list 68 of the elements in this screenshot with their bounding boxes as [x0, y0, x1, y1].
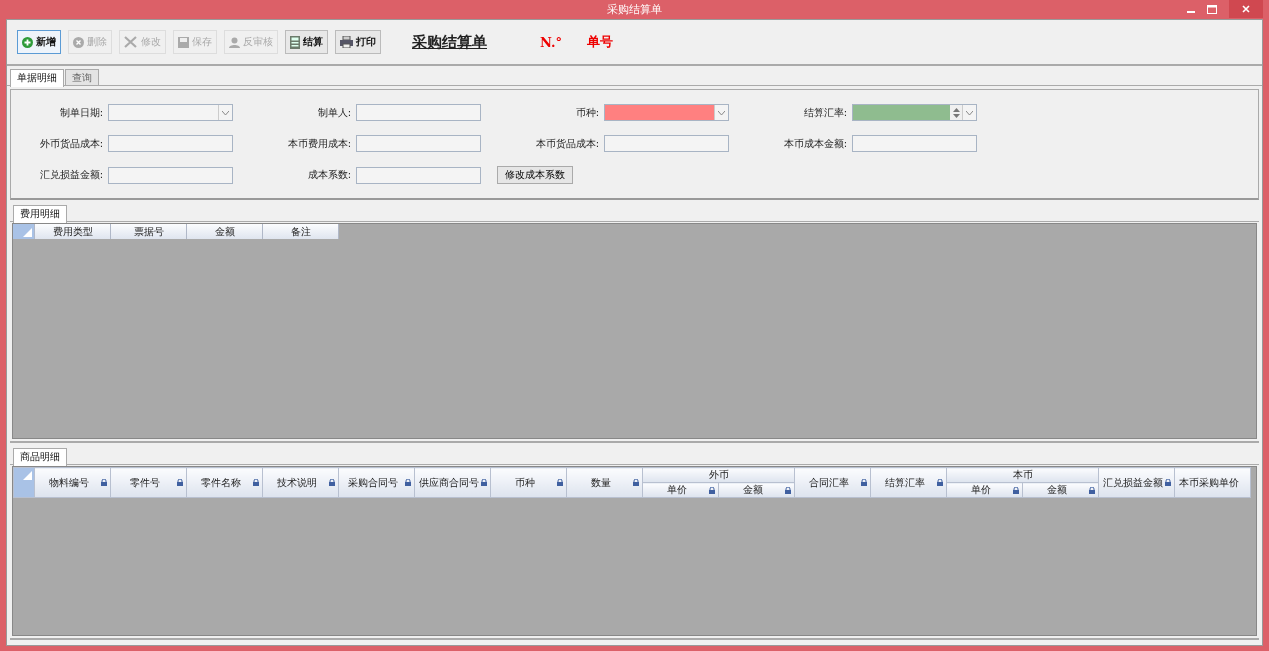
field-label: 本币成本金额:: [782, 136, 848, 151]
dropdown-field[interactable]: [108, 104, 233, 121]
chevron-down-icon: [222, 110, 229, 115]
input-field[interactable]: [356, 166, 481, 184]
delete-icon: [73, 36, 84, 48]
toolbar-button[interactable]: 新增: [17, 30, 61, 54]
maximize-icon[interactable]: [1207, 4, 1217, 14]
column-group-header: 外币: [642, 467, 795, 483]
field-label: 制单日期:: [58, 105, 104, 120]
field-label: 外币货品成本:: [38, 136, 104, 151]
column-group-header: 本币: [946, 467, 1099, 483]
tab[interactable]: 查询: [65, 69, 99, 85]
printer-icon: [340, 36, 353, 48]
column-header[interactable]: 费用类型: [35, 224, 111, 239]
number-mark: N.°: [540, 34, 563, 50]
field-label: 币种:: [574, 105, 600, 120]
calculator-icon: [290, 35, 300, 49]
input-field[interactable]: [356, 135, 481, 152]
column-header[interactable]: 备注: [263, 224, 339, 239]
plus-icon: [22, 36, 33, 48]
triangle-icon: [23, 471, 32, 480]
column-header[interactable]: 本币采购单价: [1174, 467, 1251, 498]
toolbar-button[interactable]: 打印: [335, 30, 381, 54]
input-field[interactable]: [356, 104, 481, 121]
modify-coefficient-button[interactable]: 修改成本系数: [497, 166, 573, 184]
spin-arrows-icon: [952, 107, 960, 118]
toolbar-button[interactable]: 结算: [285, 30, 328, 54]
input-field[interactable]: [108, 166, 233, 184]
select-all-corner[interactable]: [13, 224, 35, 239]
window-title: 采购结算单: [607, 2, 662, 17]
field-label: 制单人:: [316, 105, 352, 120]
number-label: 单号: [587, 33, 614, 51]
column-header[interactable]: 供应商合同号: [414, 467, 491, 498]
spinner-field[interactable]: [852, 104, 977, 121]
triangle-icon: [23, 228, 32, 237]
input-field[interactable]: [108, 135, 233, 152]
field-label: 本币费用成本:: [286, 136, 352, 151]
document-title: 采购结算单: [412, 32, 487, 52]
user-icon: [229, 36, 240, 48]
field-label: 成本系数:: [306, 168, 352, 182]
input-field[interactable]: [852, 135, 977, 152]
column-header[interactable]: 结算汇率: [870, 467, 947, 498]
save-icon: [178, 36, 189, 48]
column-header[interactable]: 票据号: [111, 224, 187, 239]
close-button[interactable]: [1229, 0, 1263, 18]
chevron-down-icon: [966, 110, 973, 115]
chevron-down-icon: [718, 110, 725, 115]
column-header[interactable]: 物料编号: [34, 467, 111, 498]
input-field[interactable]: [604, 135, 729, 152]
close-icon: [1242, 5, 1250, 13]
column-header[interactable]: 技术说明: [262, 467, 339, 498]
column-header[interactable]: 零件号: [110, 467, 187, 498]
tab[interactable]: 商品明细: [13, 448, 67, 466]
column-header[interactable]: 币种: [490, 467, 567, 498]
tab[interactable]: 单据明细: [10, 69, 64, 87]
field-label: 结算汇率:: [802, 105, 848, 120]
dropdown-field[interactable]: [604, 104, 729, 121]
tools-icon: [124, 36, 138, 48]
tab[interactable]: 费用明细: [13, 205, 67, 223]
select-all-corner[interactable]: [13, 467, 35, 498]
field-label: 汇兑损益金额:: [38, 168, 104, 182]
column-header[interactable]: 合同汇率: [794, 467, 871, 498]
column-header[interactable]: 汇兑损益金额: [1098, 467, 1175, 498]
column-header[interactable]: 零件名称: [186, 467, 263, 498]
field-label: 本币货品成本:: [534, 136, 600, 151]
column-header[interactable]: 数量: [566, 467, 643, 498]
column-header[interactable]: 金额: [187, 224, 263, 239]
column-header[interactable]: 采购合同号: [338, 467, 415, 498]
